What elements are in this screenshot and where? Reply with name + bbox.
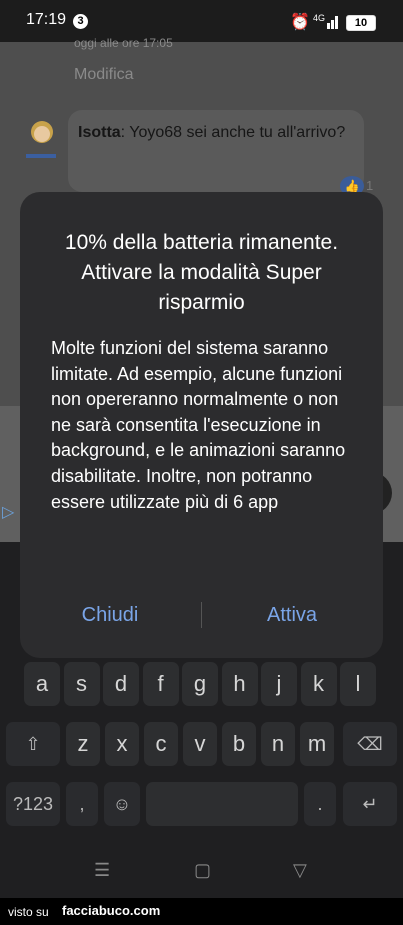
close-button[interactable]: Chiudi [40,592,180,638]
comma-key[interactable]: , [66,782,98,826]
notification-count-badge: 3 [73,14,88,29]
avatar [26,121,56,158]
alarm-icon: ⏰ [290,14,310,31]
period-key[interactable]: . [304,782,336,826]
back-icon[interactable]: ▽ [293,860,307,881]
message-author: Isotta [78,124,121,141]
message-date: oggi alle ore 17:05 [74,36,173,50]
key-d[interactable]: d [103,662,139,706]
key-f[interactable]: f [142,662,179,706]
key-b[interactable]: b [222,722,256,766]
key-a[interactable]: a [24,662,60,706]
signal-icon [327,16,338,29]
key-s[interactable]: s [63,662,100,706]
key-c[interactable]: c [144,722,178,766]
home-icon[interactable]: ▢ [194,860,211,881]
emoji-key[interactable]: ☺ [104,782,140,826]
shift-key[interactable]: ⇧ [6,722,60,766]
dialog-title: 10% della batteria rimanente. Attivare l… [64,231,339,314]
status-bar: 17:19 3 ⏰ 4G 10 [0,0,403,42]
key-g[interactable]: g [182,662,218,706]
brand-logo: facciabuco.com [62,903,161,918]
key-v[interactable]: v [183,722,217,766]
key-n[interactable]: n [261,722,295,766]
button-divider [201,602,202,628]
clock: 17:19 [26,11,67,28]
key-z[interactable]: z [66,722,100,766]
key-k[interactable]: k [300,662,337,706]
like-count: 1 [366,178,374,193]
space-key[interactable] [146,782,298,826]
activate-button[interactable]: Attiva [222,592,362,638]
key-j[interactable]: j [261,662,297,706]
key-x[interactable]: x [105,722,139,766]
key-m[interactable]: m [300,722,334,766]
backspace-key[interactable]: ⌫ [343,722,397,766]
key-l[interactable]: l [340,662,376,706]
enter-key[interactable]: ↵ [343,782,397,826]
seen-on-label: visto su [8,905,49,919]
battery-saver-dialog: 10% della batteria rimanente. Attivare l… [20,192,383,658]
message-body: : Yoyo68 sei anche tu all'arrivo? [120,124,346,141]
edit-link[interactable]: Modifica [74,66,134,84]
ad-play-icon[interactable]: ▷ [2,502,14,522]
recents-icon[interactable]: ☰ [94,860,110,881]
message-text: Isotta: Yoyo68 sei anche tu all'arrivo? [78,120,348,146]
symbols-key[interactable]: ?123 [6,782,60,826]
key-h[interactable]: h [221,662,258,706]
navigation-bar: ☰ ▢ ▽ [0,858,403,898]
battery-icon: 10 [346,15,376,31]
dialog-body: Molte funzioni del sistema saranno limit… [51,338,346,512]
watermark-bar: visto su facciabuco.com [0,898,403,925]
